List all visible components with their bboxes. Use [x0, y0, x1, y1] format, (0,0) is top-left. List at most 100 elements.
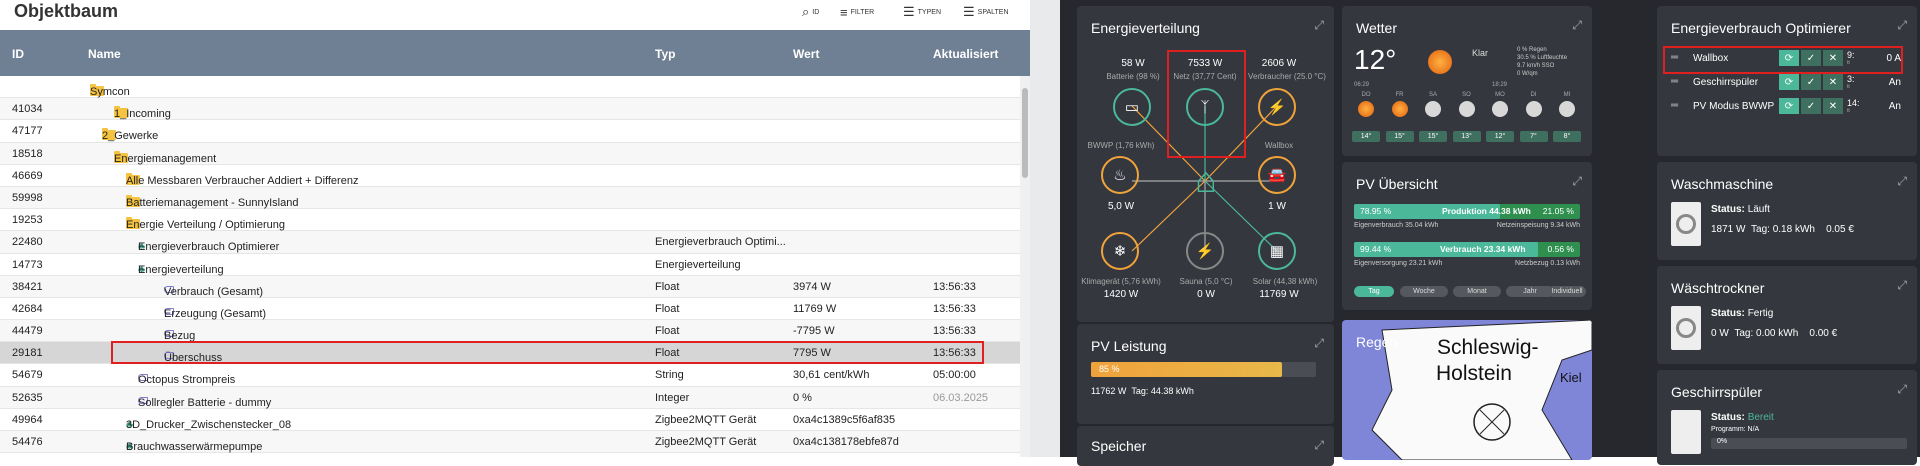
expand-icon[interactable]: ⤢	[1314, 438, 1324, 453]
battery-icon[interactable]: ▭	[1113, 88, 1151, 126]
expand-icon[interactable]: ⤢	[1572, 174, 1582, 189]
check-icon[interactable]: ✓	[1801, 74, 1821, 90]
washer-icon	[1671, 202, 1701, 246]
filter-button[interactable]: ≡ FILTER	[840, 2, 874, 22]
scrollbar[interactable]	[1020, 76, 1030, 457]
expand-icon[interactable]: ⤢	[1314, 336, 1324, 351]
expand-icon[interactable]: ⤢	[1572, 18, 1582, 33]
col-name[interactable]: Name	[88, 47, 121, 61]
table-row[interactable]: 19253⌄Energie Verteilung / Optimierung	[0, 209, 1020, 232]
pv-level-fill	[1091, 362, 1283, 377]
forecast-temp: 12°	[1486, 131, 1514, 142]
sun-icon	[1358, 101, 1374, 117]
list-icon: ☰	[903, 4, 915, 19]
house-icon: ⌂	[1195, 159, 1217, 200]
page-title: Objektbaum	[14, 1, 119, 21]
current-temp: 12°	[1354, 44, 1397, 75]
table-header: ID Name Typ Wert Aktualisiert	[0, 30, 1030, 76]
optimizer-row[interactable]: ═ Geschirrspüler ⟳ ✓ ✕ 3: tt An	[1671, 74, 1901, 94]
table-row[interactable]: 47177⌄2_Gewerke	[0, 120, 1020, 143]
table-row[interactable]: 41034 1_Incoming	[0, 98, 1020, 121]
drag-handle-icon[interactable]: ═	[1671, 100, 1678, 111]
solar-panel-icon[interactable]: ▦	[1258, 232, 1296, 270]
check-icon[interactable]: ✓	[1801, 98, 1821, 114]
forecast-temp: 15°	[1419, 131, 1447, 142]
close-icon[interactable]: ✕	[1823, 98, 1843, 114]
table-row[interactable]: 46669›Alle Messbaren Verbraucher Addiert…	[0, 165, 1020, 187]
col-wert[interactable]: Wert	[793, 47, 819, 61]
tile-title: Regen	[1356, 334, 1398, 350]
sauna-icon[interactable]: ⚡	[1186, 232, 1224, 270]
expand-icon[interactable]: ⤢	[1897, 174, 1907, 189]
table-row[interactable]: 18518⌄Energiemanagement	[0, 142, 1020, 165]
cloud-icon	[1559, 101, 1575, 117]
highlight-box	[1167, 50, 1246, 158]
wetter-tile: Wetter ⤢ 12° Klar 0 % Regen 30.5 % Luftfe…	[1342, 6, 1592, 156]
optimizer-row[interactable]: ═ PV Modus BWWP ⟳ ✓ ✕ 14: tt An	[1671, 98, 1901, 118]
sun-icon	[1428, 50, 1452, 74]
heatpump-icon[interactable]: ♨	[1101, 156, 1139, 194]
table-row[interactable]: 52635 › Sollregler Batterie - dummy Integer…	[0, 386, 1020, 409]
refresh-icon[interactable]: ⟳	[1779, 74, 1799, 90]
forecast-day: MI 8°	[1551, 92, 1583, 150]
regen-tile: Regen Schleswig- Holstein Kiel	[1342, 320, 1592, 460]
tab-woche[interactable]: Woche	[1400, 286, 1448, 297]
tab-tag[interactable]: Tag	[1354, 286, 1394, 297]
expand-icon[interactable]: ⤢	[1897, 18, 1907, 33]
table-row[interactable]: 22480 › ♣ Energieverbrauch Optimierer Energi…	[0, 231, 1020, 254]
tile-title: Speicher	[1091, 438, 1147, 454]
tile-title: Wetter	[1356, 20, 1397, 36]
dishwasher-icon	[1671, 410, 1701, 454]
tab-monat[interactable]: Monat	[1453, 286, 1501, 297]
table-row[interactable]: 38421 Verbrauch (Gesamt) Float 3974 W 13:56:…	[0, 275, 1020, 298]
scrollbar-thumb[interactable]	[1022, 88, 1028, 178]
table-row[interactable]: 49964 › ♣ 3D_Drucker_Zwischenstecker_08 Zigb…	[0, 409, 1020, 431]
pv-uebersicht-tile: PV Übersicht ⤢ 78.95 % Produktion 44.38 …	[1342, 162, 1592, 310]
table-row[interactable]: 54476 › ♣ Brauchwasserwärmepumpe Zigbee2MQTT…	[0, 431, 1020, 454]
program-progress: 0%	[1711, 438, 1907, 449]
tile-title: Waschmaschine	[1671, 176, 1774, 192]
refresh-icon[interactable]: ⟳	[1779, 98, 1799, 114]
aircon-icon[interactable]: ❄	[1101, 232, 1139, 270]
table-row[interactable]: ⌄Symcon	[0, 76, 1020, 99]
table-row[interactable]: 42684 Erzeugung (Gesamt) Float 11769 W 13:56…	[0, 298, 1020, 321]
forecast-temp: 8°	[1553, 131, 1581, 142]
table-row[interactable]: 14773 ⌄ ♣ Energieverteilung Energieverteilun…	[0, 254, 1020, 276]
sun-icon	[1391, 101, 1408, 117]
spalten-button[interactable]: ☰ SPALTEN	[963, 2, 1009, 22]
expand-icon[interactable]: ⤢	[1897, 278, 1907, 293]
waeschetrockner-tile: Wäschtrockner ⤢ Status: Fertig 0 W Tag: …	[1657, 266, 1917, 364]
objektbaum-panel: Objektbaum ⌕ ID ≡ FILTER ☰ TYPEN ☰ SPALTEN I…	[0, 0, 1030, 457]
col-typ[interactable]: Typ	[655, 47, 675, 61]
col-aktualisiert[interactable]: Aktualisiert	[933, 47, 998, 61]
table-row[interactable]: 59998›Batteriemanagement - SunnyIsland	[0, 186, 1020, 210]
id-search-button[interactable]: ⌕ ID	[802, 2, 819, 22]
close-icon[interactable]: ✕	[1823, 74, 1843, 90]
tile-title: Wäschtrockner	[1671, 280, 1765, 296]
tile-title: PV Leistung	[1091, 338, 1167, 354]
tile-title: PV Übersicht	[1356, 176, 1438, 192]
forecast-temp: 13°	[1452, 131, 1481, 142]
cloud-icon	[1492, 101, 1508, 117]
table-row[interactable]: 44479 Bezug Float -7795 W 13:56:33	[0, 320, 1020, 343]
drag-handle-icon[interactable]: ═	[1671, 76, 1678, 87]
forecast-temp: 7°	[1519, 131, 1548, 142]
cloud-icon	[1525, 101, 1542, 117]
car-icon[interactable]: 🚘	[1258, 156, 1296, 194]
forecast: DO 14° FR 15° SA 15° SO 13° MO 12° DI 7° MI 8°	[1350, 92, 1586, 152]
tile-title: Geschirrspüler	[1671, 384, 1763, 400]
tab-jahr[interactable]: Jahr	[1506, 286, 1554, 297]
optimierer-tile: Energieverbrauch Optimierer ⤢ ═ Wallbox …	[1657, 6, 1917, 156]
forecast-day: DO 14°	[1350, 92, 1382, 150]
forecast-temp: 14°	[1352, 131, 1380, 142]
table-row[interactable]: 54679 › Octopus Strompreis String 30,61 cent…	[0, 364, 1020, 387]
geschirrspueler-tile: Geschirrspüler ⤢ Status: Bereit Programm…	[1657, 370, 1917, 465]
forecast-temp: 15°	[1385, 131, 1414, 142]
consumer-icon[interactable]: ⚡	[1258, 88, 1296, 126]
highlight-box	[1663, 46, 1903, 74]
col-id[interactable]: ID	[12, 47, 24, 61]
tab-individuell[interactable]: Individuell	[1548, 286, 1586, 297]
typen-button[interactable]: ☰ TYPEN	[903, 2, 941, 22]
expand-icon[interactable]: ⤢	[1897, 382, 1907, 397]
cloud-icon	[1425, 101, 1441, 117]
